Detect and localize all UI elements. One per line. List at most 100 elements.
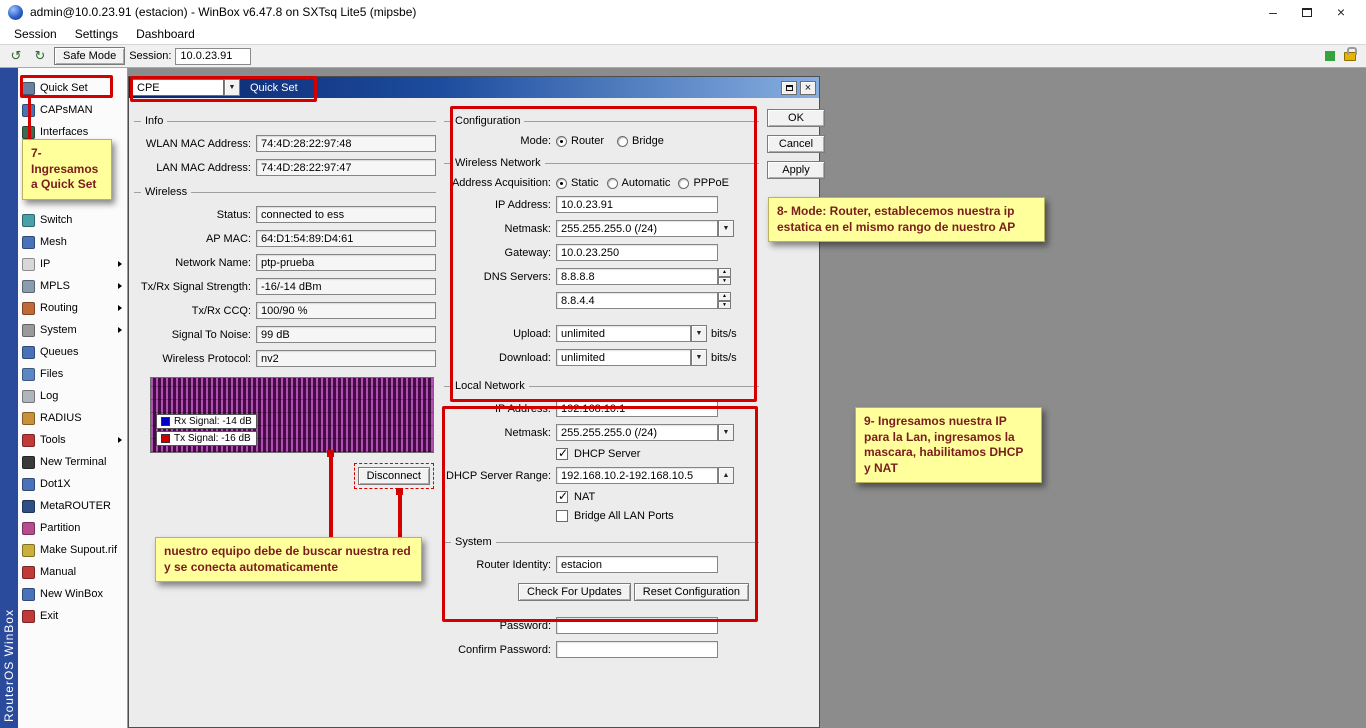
dhcp-range-label: DHCP Server Range: — [444, 470, 556, 482]
disconnect-button[interactable]: Disconnect — [358, 467, 430, 485]
radio-option-automatic[interactable]: Automatic — [607, 177, 671, 189]
radius-icon — [22, 412, 35, 425]
sidebar-item-log[interactable]: Log — [18, 385, 127, 407]
system-group-heading: System — [444, 536, 759, 548]
bridge-all-row: Bridge All LAN Ports — [444, 510, 759, 522]
menu-session[interactable]: Session — [6, 25, 65, 43]
router-identity-field[interactable]: estacion — [556, 556, 718, 573]
sidebar-item-exit[interactable]: Exit — [18, 605, 127, 627]
download-dropdown-icon[interactable] — [691, 349, 707, 366]
safe-mode-button[interactable]: Safe Mode — [54, 47, 125, 65]
quickset-window: CPE Quick Set × Info WLAN MAC Address: — [128, 76, 820, 728]
quickset-window-titlebar[interactable]: CPE Quick Set × — [129, 77, 819, 98]
sidebar-item-capsman[interactable]: CAPsMAN — [18, 99, 127, 121]
wan-netmask-dropdown-icon[interactable] — [718, 220, 734, 237]
spinner-down-icon[interactable] — [718, 301, 731, 310]
wan-ip-field[interactable]: 10.0.23.91 — [556, 196, 718, 213]
spinner-down-icon[interactable] — [718, 277, 731, 286]
radio-circle-icon — [617, 136, 628, 147]
spinner-up-icon[interactable] — [718, 268, 731, 277]
close-button[interactable]: × — [1324, 4, 1358, 20]
window-restore-button[interactable] — [781, 81, 797, 95]
bridge-all-lan-ports-checkbox[interactable] — [556, 510, 568, 522]
password-row: Password: — [444, 617, 759, 634]
sidebar-item-dot1x[interactable]: Dot1X — [18, 473, 127, 495]
sidebar-item-new-terminal[interactable]: New Terminal — [18, 451, 127, 473]
confirm-password-field[interactable] — [556, 641, 718, 658]
sidebar-item-switch[interactable]: Switch — [18, 209, 127, 231]
check-for-updates-button[interactable]: Check For Updates — [518, 583, 631, 601]
sidebar-item-routing[interactable]: Routing — [18, 297, 127, 319]
sidebar-item-new-winbox[interactable]: New WinBox — [18, 583, 127, 605]
dns1-spinner[interactable] — [718, 268, 731, 285]
lan-ip-field[interactable]: 192.168.10.1 — [556, 400, 718, 417]
quickset-mode-dropdown-icon[interactable] — [224, 79, 240, 96]
ccq-field[interactable]: 100/90 % — [256, 302, 436, 319]
dhcp-range-field[interactable]: 192.168.10.2-192.168.10.5 — [556, 467, 718, 484]
session-input[interactable]: 10.0.23.91 — [175, 48, 251, 65]
lan-netmask-dropdown-icon[interactable] — [718, 424, 734, 441]
download-field[interactable]: unlimited — [556, 349, 691, 366]
maximize-button[interactable] — [1290, 4, 1324, 20]
radio-option-router[interactable]: Router — [556, 135, 604, 147]
sidebar-item-radius[interactable]: RADIUS — [18, 407, 127, 429]
radio-circle-icon — [556, 136, 567, 147]
sidebar-item-mesh[interactable]: Mesh — [18, 231, 127, 253]
nat-checkbox[interactable] — [556, 491, 568, 503]
window-close-button[interactable]: × — [800, 81, 816, 95]
wan-netmask-field[interactable]: 255.255.255.0 (/24) — [556, 220, 718, 237]
status-field[interactable]: connected to ess — [256, 206, 436, 223]
sidebar-item-mpls[interactable]: MPLS — [18, 275, 127, 297]
system-gear-icon — [22, 324, 35, 337]
signal-strength-field[interactable]: -16/-14 dBm — [256, 278, 436, 295]
wlan-mac-field[interactable]: 74:4D:28:22:97:48 — [256, 135, 436, 152]
sidebar-item-files[interactable]: Files — [18, 363, 127, 385]
sidebar-item-manual[interactable]: Manual — [18, 561, 127, 583]
ap-mac-field[interactable]: 64:D1:54:89:D4:61 — [256, 230, 436, 247]
sidebar-item-queues[interactable]: Queues — [18, 341, 127, 363]
radio-option-bridge[interactable]: Bridge — [617, 135, 664, 147]
lan-netmask-row: Netmask: 255.255.255.0 (/24) — [444, 424, 759, 441]
ok-button[interactable]: OK — [767, 109, 825, 127]
upload-field[interactable]: unlimited — [556, 325, 691, 342]
radio-option-pppoe[interactable]: PPPoE — [678, 177, 728, 189]
password-field[interactable] — [556, 617, 718, 634]
quickset-mode-value[interactable]: CPE — [132, 79, 224, 96]
redo-icon[interactable]: ↻ — [30, 47, 50, 65]
sidebar-item-system[interactable]: System — [18, 319, 127, 341]
sidebar-item-tools[interactable]: Tools — [18, 429, 127, 451]
snr-field[interactable]: 99 dB — [256, 326, 436, 343]
winbox-app: admin@10.0.23.91 (estacion) - WinBox v6.… — [0, 0, 1366, 728]
menu-settings[interactable]: Settings — [67, 25, 126, 43]
spinner-up-icon[interactable] — [718, 292, 731, 301]
reset-configuration-button[interactable]: Reset Configuration — [634, 583, 749, 601]
sidebar-item-partition[interactable]: Partition — [18, 517, 127, 539]
dialog-buttons-column: OK Cancel Apply — [767, 105, 825, 665]
undo-icon[interactable]: ↺ — [6, 47, 26, 65]
upload-dropdown-icon[interactable] — [691, 325, 707, 342]
sidebar-item-quick-set[interactable]: Quick Set — [18, 77, 127, 99]
gateway-field[interactable]: 10.0.23.250 — [556, 244, 718, 261]
lan-netmask-field[interactable]: 255.255.255.0 (/24) — [556, 424, 718, 441]
minimize-button[interactable]: – — [1256, 4, 1290, 20]
quickset-mode-select[interactable]: CPE — [132, 79, 240, 96]
dns2-spinner[interactable] — [718, 292, 731, 309]
legend-rx-row: Rx Signal: -14 dB — [156, 414, 257, 429]
sidebar-item-make-supout[interactable]: Make Supout.rif — [18, 539, 127, 561]
dhcp-server-checkbox[interactable] — [556, 448, 568, 460]
sidebar-item-metarouter[interactable]: MetaROUTER — [18, 495, 127, 517]
radio-option-static[interactable]: Static — [556, 177, 599, 189]
dns1-field[interactable]: 8.8.8.8 — [556, 268, 718, 285]
supout-icon — [22, 544, 35, 557]
lan-mac-field[interactable]: 74:4D:28:22:97:47 — [256, 159, 436, 176]
snr-row: Signal To Noise: 99 dB — [134, 326, 436, 343]
cancel-button[interactable]: Cancel — [767, 135, 825, 153]
dhcp-range-up-icon[interactable] — [718, 467, 734, 484]
submenu-arrow-icon — [118, 283, 122, 289]
sidebar-item-ip[interactable]: IP — [18, 253, 127, 275]
network-name-field[interactable]: ptp-prueba — [256, 254, 436, 271]
menu-dashboard[interactable]: Dashboard — [128, 25, 203, 43]
apply-button[interactable]: Apply — [767, 161, 825, 179]
dns2-field[interactable]: 8.8.4.4 — [556, 292, 718, 309]
wireless-protocol-field[interactable]: nv2 — [256, 350, 436, 367]
